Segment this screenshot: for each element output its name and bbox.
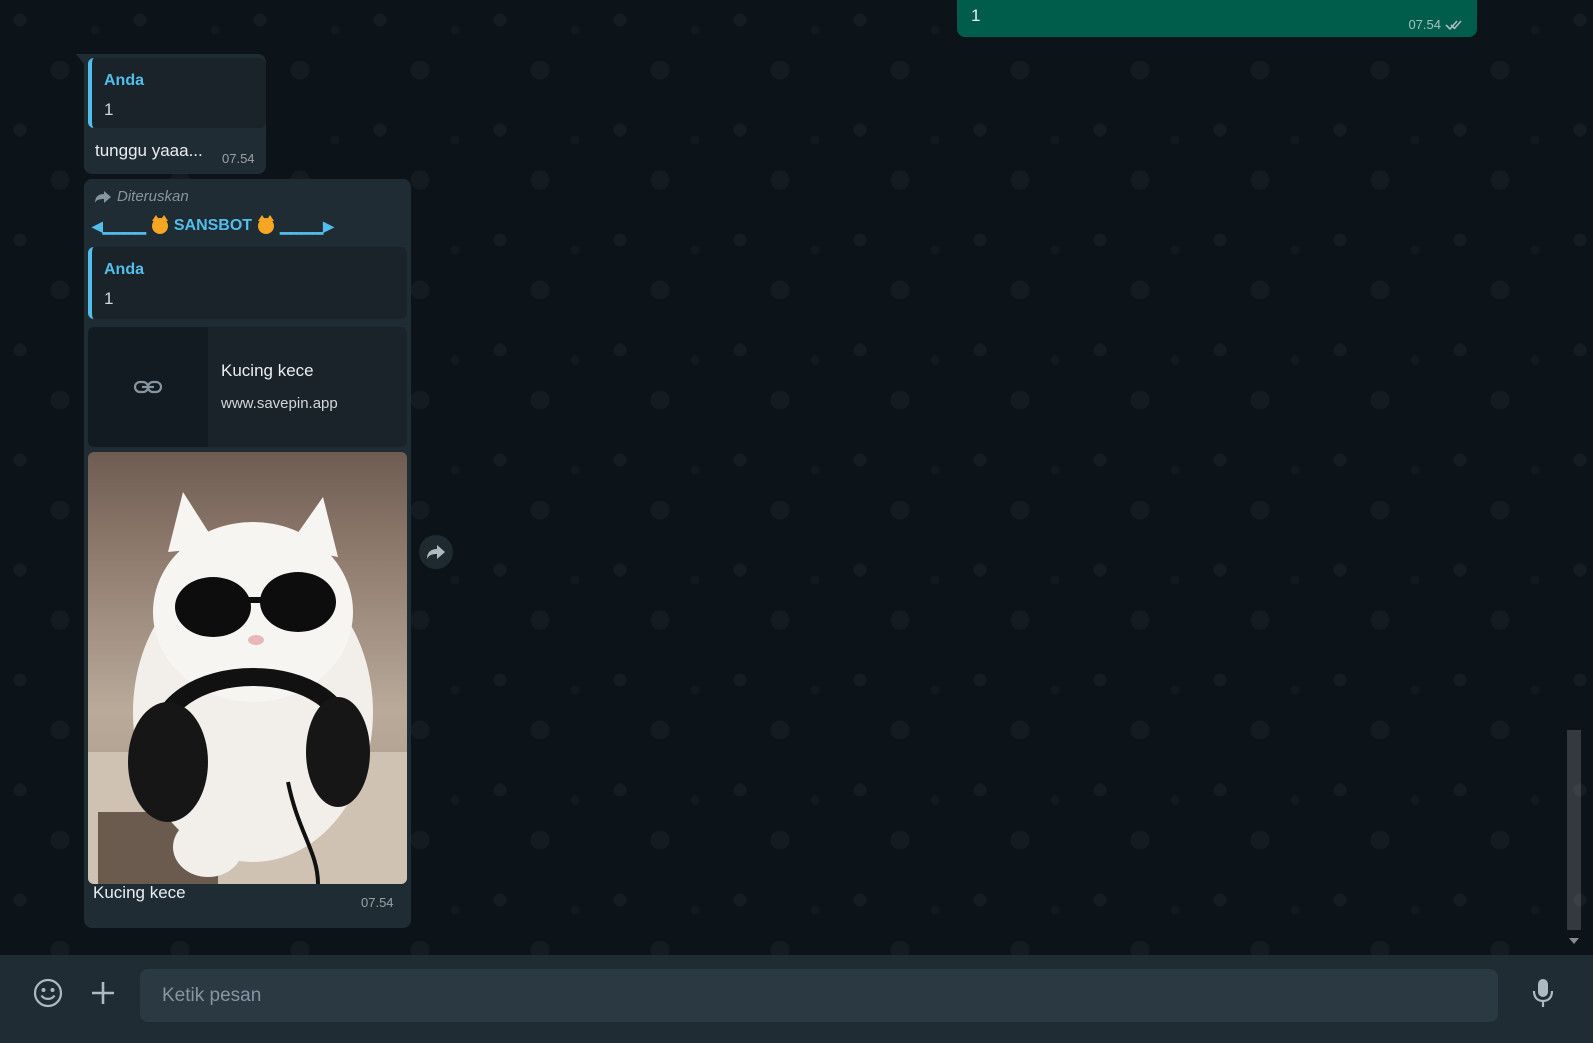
attach-button[interactable] (83, 973, 123, 1013)
forwarded-indicator: Diteruskan (94, 188, 189, 205)
outgoing-message-meta: 07.54 (1408, 17, 1463, 32)
outgoing-message[interactable]: 1 07.54 (957, 0, 1477, 37)
forwarded-label: Diteruskan (117, 188, 189, 205)
link-preview[interactable]: Kucing kece www.savepin.app (88, 327, 407, 447)
reply-message-text: tunggu yaaa... (95, 141, 203, 160)
plus-icon (92, 982, 114, 1004)
reply-message[interactable]: Anda 1 tunggu yaaa... 07.54 (76, 54, 266, 174)
composer-bar (0, 955, 1593, 1043)
share-button[interactable] (419, 535, 453, 569)
quoted-message[interactable]: Anda 1 (88, 247, 407, 319)
outgoing-message-text: 1 (971, 6, 981, 25)
emoji-icon (33, 978, 63, 1008)
emoji-button[interactable] (28, 973, 68, 1013)
share-icon (427, 545, 445, 559)
chat-area: 1 07.54 Anda 1 tunggu yaaa... 07.54 Dite… (0, 0, 1593, 955)
reply-message-time: 07.54 (222, 151, 255, 166)
cat-emoji-icon (151, 215, 168, 234)
quoted-author: Anda (104, 72, 144, 89)
scroll-down-icon[interactable] (1569, 938, 1579, 944)
forward-icon (95, 190, 111, 203)
quoted-message[interactable]: Anda 1 (88, 58, 266, 128)
message-input-box[interactable] (140, 968, 1498, 1023)
link-title: Kucing kece (221, 361, 314, 380)
quoted-text: 1 (104, 289, 114, 308)
mic-icon (1532, 979, 1554, 1007)
forwarded-message-time: 07.54 (361, 895, 394, 910)
quoted-text: 1 (104, 100, 114, 119)
cat-emoji-icon (258, 215, 275, 234)
cat-photo-illustration (88, 492, 407, 884)
outgoing-message-time: 07.54 (1408, 17, 1441, 32)
quoted-author: Anda (104, 261, 144, 278)
message-input[interactable] (140, 968, 1498, 1023)
link-thumbnail (88, 327, 208, 447)
bot-left-arrow: ◀▁▁▁▁ (92, 217, 146, 234)
scrollbar-thumb[interactable] (1567, 730, 1581, 930)
photo-caption: Kucing kece (93, 883, 186, 902)
bot-right-arrow: ▁▁▁▁▶ (280, 217, 334, 234)
cat-photo[interactable] (88, 452, 407, 884)
link-icon (133, 380, 163, 394)
double-check-icon (1445, 19, 1462, 30)
link-url[interactable]: www.savepin.app (221, 395, 338, 412)
bubble-tail (76, 54, 84, 64)
forwarded-message[interactable]: Diteruskan ◀▁▁▁▁ SANSBOT ▁▁▁▁▶ Anda 1 Ku… (84, 179, 411, 928)
voice-record-button[interactable] (1523, 973, 1563, 1013)
bot-header: ◀▁▁▁▁ SANSBOT ▁▁▁▁▶ (92, 215, 334, 235)
bot-name: SANSBOT (173, 217, 253, 234)
